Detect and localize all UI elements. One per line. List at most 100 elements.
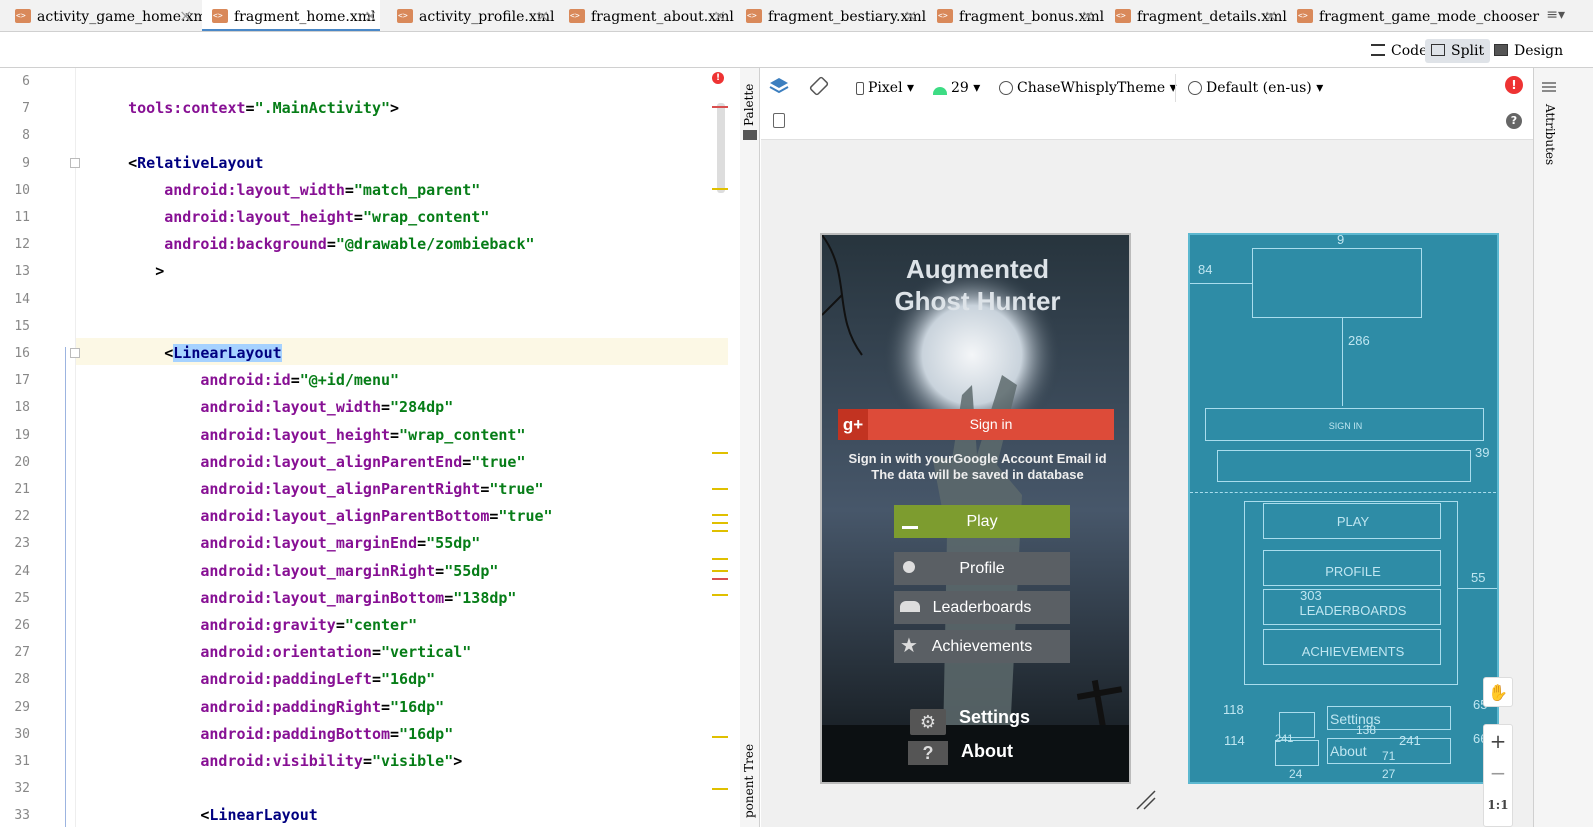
layers-icon[interactable] — [769, 76, 789, 96]
close-tab-icon[interactable]: × — [713, 0, 726, 31]
close-tab-icon[interactable]: × — [179, 0, 192, 31]
code-line[interactable]: android:layout_marginEnd="55dp" — [92, 534, 480, 552]
editor-tab[interactable]: fragment_details.xml× — [1105, 0, 1287, 31]
code-line[interactable]: <LinearLayout — [92, 344, 282, 362]
code-token: = — [326, 235, 336, 254]
code-line[interactable]: android:layout_alignParentRight="true" — [92, 480, 544, 498]
bp-note-box — [1217, 450, 1471, 482]
code-token: "true" — [489, 480, 544, 498]
resize-handle-icon[interactable] — [1135, 789, 1157, 811]
zoom-in-button[interactable]: + — [1484, 725, 1512, 757]
editor-tab[interactable]: activity_game_home.xml× — [5, 0, 211, 31]
locale-selector[interactable]: Default (en-us) ▾ — [1188, 78, 1323, 98]
design-mode-button[interactable]: Design — [1488, 39, 1569, 63]
bp-label-27: 27 — [1382, 767, 1396, 781]
bp-right-margin — [1458, 588, 1497, 589]
code-line[interactable]: android:layout_marginBottom="138dp" — [92, 589, 516, 607]
split-mode-icon — [1431, 44, 1445, 56]
about-link[interactable]: About — [961, 741, 1013, 762]
error-icon[interactable]: ! — [1505, 76, 1523, 94]
editor-tab[interactable]: fragment_about.xml× — [559, 0, 734, 31]
code-line[interactable]: android:layout_height="wrap_content" — [92, 426, 525, 444]
zoom-out-button[interactable]: − — [1484, 757, 1512, 789]
code-line[interactable]: android:layout_alignParentEnd="true" — [92, 453, 525, 471]
code-line[interactable]: android:paddingLeft="16dp" — [92, 670, 435, 688]
line-number: 31 — [14, 754, 30, 769]
orientation-icon[interactable] — [809, 76, 829, 96]
code-line[interactable]: <RelativeLayout — [92, 154, 263, 172]
zoom-fit-button[interactable]: 1:1 — [1484, 789, 1512, 821]
attributes-tab[interactable]: Attributes — [1543, 104, 1557, 165]
leaderboards-button[interactable]: Leaderboards — [894, 591, 1070, 624]
api-selector[interactable]: 29 ▾ — [933, 78, 980, 98]
profile-button[interactable]: Profile — [894, 552, 1070, 585]
split-mode-button[interactable]: Split — [1425, 39, 1491, 63]
editor-tab[interactable]: activity_profile.xml× — [387, 0, 555, 31]
tab-overflow-icon[interactable]: ≡▾ — [1546, 7, 1565, 23]
xml-file-icon — [1115, 9, 1131, 23]
code-line[interactable]: android:paddingRight="16dp" — [92, 698, 444, 716]
code-line[interactable]: android:paddingBottom="16dp" — [92, 725, 453, 743]
code-line[interactable]: > — [92, 262, 164, 280]
phone-preview[interactable]: Augmented Ghost Hunter g+ Sign in Sign i… — [820, 233, 1131, 784]
line-number: 21 — [14, 482, 30, 497]
joystick-icon — [902, 511, 918, 529]
close-tab-icon[interactable]: × — [904, 0, 917, 31]
editor-tab[interactable]: fragment_bonus.xml× — [927, 0, 1104, 31]
close-tab-icon[interactable]: × — [364, 0, 377, 31]
close-tab-icon[interactable]: × — [536, 0, 549, 31]
design-canvas[interactable]: Augmented Ghost Hunter g+ Sign in Sign i… — [761, 140, 1533, 827]
code-token: "match_parent" — [353, 180, 481, 199]
blueprint-toggle-icon[interactable] — [773, 113, 785, 128]
code-line[interactable]: <LinearLayout — [92, 806, 317, 824]
code-token: = — [480, 480, 490, 498]
code-token: = — [417, 534, 427, 553]
editor-tab[interactable]: fragment_bestiary.xml× — [736, 0, 926, 31]
google-signin-button[interactable]: g+ Sign in — [838, 409, 1114, 440]
code-line[interactable]: android:gravity="center" — [92, 616, 417, 634]
play-button[interactable]: Play — [894, 505, 1070, 538]
pan-hand-icon[interactable]: ✋ — [1483, 677, 1513, 707]
code-line[interactable]: android:background="@drawable/zombieback… — [92, 235, 534, 254]
achievements-button[interactable]: ★ Achievements — [894, 630, 1070, 663]
code-line[interactable]: android:orientation="vertical" — [92, 643, 471, 661]
settings-link[interactable]: Settings — [959, 707, 1030, 728]
fold-marker-icon[interactable] — [70, 348, 80, 358]
code-line[interactable]: tools:context=".MainActivity"> — [92, 99, 399, 117]
fold-marker-icon[interactable] — [70, 157, 80, 168]
bp-label-118: 118 — [1223, 702, 1244, 717]
code-mode-button[interactable]: Code — [1365, 39, 1433, 63]
editor-tab[interactable]: fragment_game_mode_chooser — [1287, 0, 1539, 31]
help-icon[interactable]: ? — [1506, 113, 1522, 129]
bp-label-55: 55 — [1471, 570, 1486, 585]
bp-label-114: 114 — [1224, 733, 1245, 748]
close-tab-icon[interactable]: × — [1081, 0, 1094, 31]
palette-tab[interactable]: Palette — [742, 84, 756, 126]
code-line[interactable]: android:id="@+id/menu" — [92, 371, 399, 389]
code-token: "@+id/menu" — [299, 371, 400, 390]
code-line[interactable]: android:visibility="visible"> — [92, 752, 462, 770]
code-token: = — [362, 752, 372, 770]
theme-selector[interactable]: ChaseWhisplyTheme ▾ — [999, 78, 1177, 98]
blueprint-view[interactable]: 84 9 286 SIGN IN 39 PLAY PROFILE 303 LEA… — [1188, 233, 1499, 784]
device-selector[interactable]: Pixel ▾ — [856, 78, 914, 98]
code-token: "138dp" — [453, 588, 517, 607]
code-editor[interactable]: 6 7 8 9 10 11 12 13 14 15 16 17 18 19 20 21 22 23 24 25 26 27… — [0, 68, 740, 827]
code-line[interactable]: android:layout_height="wrap_content" — [92, 208, 489, 226]
code-line[interactable]: android:layout_marginRight="55dp" — [92, 562, 498, 580]
code-token: = — [335, 616, 345, 634]
settings-gear-icon[interactable]: ⚙ — [910, 709, 946, 735]
line-number: 26 — [14, 618, 30, 633]
code-token: android:layout_alignParentEnd — [92, 452, 463, 471]
editor-tab[interactable]: fragment_home.xml× — [202, 0, 380, 31]
editor-scrollbar[interactable] — [717, 103, 725, 193]
component-tree-tab[interactable]: ponent Tree — [742, 744, 756, 818]
code-line[interactable]: android:layout_alignParentBottom="true" — [92, 507, 552, 525]
code-line[interactable]: android:layout_width="match_parent" — [92, 181, 480, 199]
google-plus-icon: g+ — [838, 409, 868, 440]
line-number: 10 — [14, 182, 30, 198]
about-help-icon[interactable]: ? — [908, 741, 948, 765]
code-line[interactable]: android:layout_width="284dp" — [92, 398, 453, 416]
close-tab-icon[interactable]: × — [1264, 0, 1277, 31]
error-indicator-icon[interactable]: ! — [712, 72, 724, 84]
